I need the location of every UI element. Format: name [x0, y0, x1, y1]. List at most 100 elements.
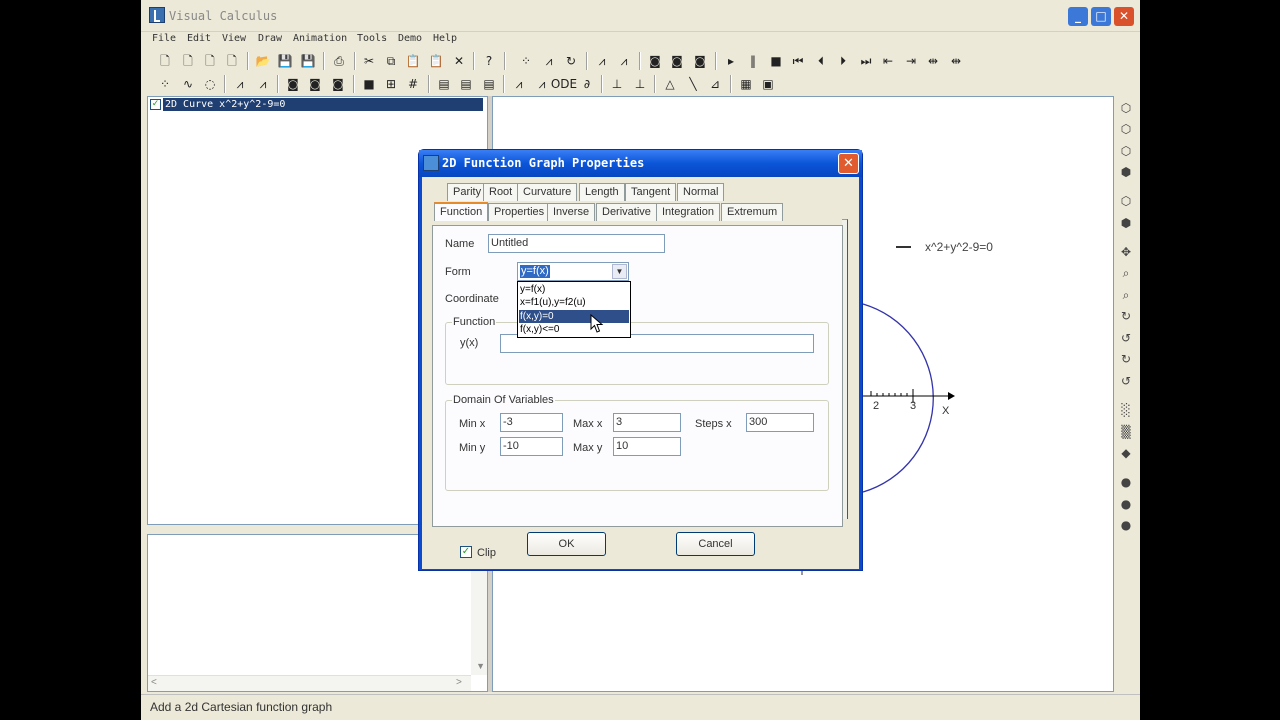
graph-props-icon[interactable]: ⩘ [594, 53, 610, 69]
zoom-icon[interactable]: ⌕ [1118, 265, 1134, 281]
angle-icon[interactable]: ⊿ [707, 76, 723, 92]
tab-root[interactable]: Root [483, 183, 519, 201]
new-template-icon[interactable]: 🗋 [180, 53, 196, 69]
cut-icon[interactable]: ✂ [361, 53, 377, 69]
graph-icon[interactable]: ⩘ [541, 53, 557, 69]
menu-draw[interactable]: Draw [258, 33, 282, 44]
min-y-input[interactable]: -10 [500, 437, 563, 456]
form-select[interactable]: y=f(x) ▼ [517, 262, 629, 281]
flat-icon[interactable]: ◆ [1118, 445, 1134, 461]
prev-frame-icon[interactable]: ⏴ [813, 53, 829, 69]
dropdown-arrow-icon[interactable]: ▼ [612, 264, 627, 279]
copy-icon[interactable]: ⧉ [383, 53, 399, 69]
delete-icon[interactable]: ✕ [451, 53, 467, 69]
rotate-x-icon[interactable]: ↺ [1118, 330, 1134, 346]
new-sheet-icon[interactable]: 🗋 [224, 53, 240, 69]
window-titlebar[interactable]: Visual Calculus _ □ ✕ [141, 0, 1140, 32]
ok-button[interactable]: OK [527, 532, 606, 556]
tab-extremum[interactable]: Extremum [721, 203, 784, 221]
sphere3-icon[interactable]: ● [1118, 517, 1134, 533]
open-folder-icon[interactable]: 📂 [255, 53, 271, 69]
form-option-implicit[interactable]: f(x,y)=0 [519, 310, 629, 323]
first-frame-icon[interactable]: ⏮ [790, 53, 806, 69]
horizontal-scrollbar[interactable]: < > [148, 675, 471, 691]
menu-view[interactable]: View [222, 33, 246, 44]
loop-all-icon[interactable]: ⇹ [948, 53, 964, 69]
tab-properties[interactable]: Properties [488, 203, 551, 221]
tab-length[interactable]: Length [579, 183, 625, 201]
view-solid-icon[interactable]: ⬢ [1118, 164, 1134, 180]
paste-special-icon[interactable]: 📋 [428, 53, 444, 69]
save-icon[interactable]: 💾 [277, 53, 293, 69]
loop-icon[interactable]: ⇹ [925, 53, 941, 69]
form-option-inequality[interactable]: f(x,y)<=0 [519, 323, 629, 336]
plot-grid-icon[interactable]: ⩘ [255, 76, 271, 92]
frame3-icon[interactable]: ▤ [481, 76, 497, 92]
tab-tangent[interactable]: Tangent [625, 183, 677, 201]
frame2-icon[interactable]: ▤ [458, 76, 474, 92]
max-x-input[interactable]: 3 [613, 413, 681, 432]
curve-icon[interactable]: ∿ [180, 76, 196, 92]
compass-icon[interactable]: △ [662, 76, 678, 92]
shape3-icon[interactable]: ◙ [692, 53, 708, 69]
max-y-input[interactable]: 10 [613, 437, 681, 456]
form-option-yfx[interactable]: y=f(x) [519, 283, 629, 296]
tab-curvature[interactable]: Curvature [517, 183, 578, 201]
dialog-close-button[interactable]: ✕ [838, 153, 859, 174]
line-icon[interactable]: ╲ [685, 76, 701, 92]
function-graph-icon[interactable]: ⩘ [511, 76, 527, 92]
min-x-input[interactable]: -3 [500, 413, 563, 432]
menu-help[interactable]: Help [433, 33, 457, 44]
menu-animation[interactable]: Animation [293, 33, 347, 44]
view-box-icon[interactable]: ⬡ [1118, 193, 1134, 209]
close-button[interactable]: ✕ [1114, 7, 1134, 26]
lattice-icon[interactable]: # [405, 76, 421, 92]
texture-icon[interactable]: ▒ [1118, 424, 1134, 440]
tree-item-label[interactable]: 2D Curve x^2+y^2-9=0 [163, 98, 483, 111]
new-doc-icon[interactable]: 🗋 [202, 53, 218, 69]
solid-icon[interactable]: ■ [361, 76, 377, 92]
tab-normal[interactable]: Normal [677, 183, 725, 201]
steps-x-input[interactable]: 300 [746, 413, 814, 432]
mesh-icon[interactable]: ⊞ [383, 76, 399, 92]
surface-icon[interactable]: ◙ [285, 76, 301, 92]
menu-edit[interactable]: Edit [187, 33, 211, 44]
light-icon[interactable]: ░ [1118, 402, 1134, 418]
stop-icon[interactable]: ■ [768, 53, 784, 69]
shape-icon[interactable]: ◙ [647, 53, 663, 69]
last-frame-icon[interactable]: ⏭ [858, 53, 874, 69]
frame-icon[interactable]: ▤ [436, 76, 452, 92]
ode-icon[interactable]: ODE [551, 76, 577, 92]
plot-icon[interactable]: ⩘ [232, 76, 248, 92]
step-back-icon[interactable]: ⇤ [880, 53, 896, 69]
graph-settings-icon[interactable]: ⩘ [616, 53, 632, 69]
minimize-button[interactable]: _ [1068, 7, 1088, 26]
clip-checkbox[interactable]: ✓ [460, 546, 472, 558]
menu-file[interactable]: File [152, 33, 176, 44]
pause-icon[interactable]: ‖ [745, 53, 761, 69]
polar-icon[interactable]: ∂ [579, 76, 595, 92]
step-forward-icon[interactable]: ⇥ [903, 53, 919, 69]
dialog-titlebar[interactable]: 2D Function Graph Properties ✕ [419, 150, 862, 177]
scroll-right-icon[interactable]: > [456, 677, 462, 688]
menu-demo[interactable]: Demo [398, 33, 422, 44]
new-icon[interactable]: 🗋 [157, 53, 173, 69]
sphere-icon[interactable]: ● [1118, 474, 1134, 490]
tree-item-2d-curve[interactable]: ✓ 2D Curve x^2+y^2-9=0 [150, 98, 483, 111]
grid-icon[interactable]: ▦ [738, 76, 754, 92]
tab-integration[interactable]: Integration [656, 203, 720, 221]
sphere2-icon[interactable]: ● [1118, 496, 1134, 512]
menu-tools[interactable]: Tools [357, 33, 387, 44]
region-icon[interactable]: ◌ [202, 76, 218, 92]
tab-function[interactable]: Function [434, 202, 489, 221]
tab-inverse[interactable]: Inverse [547, 203, 596, 221]
play-icon[interactable]: ▸ [723, 53, 739, 69]
next-frame-icon[interactable]: ⏵ [835, 53, 851, 69]
move-icon[interactable]: ✥ [1118, 244, 1134, 260]
rotate-icon[interactable]: ↻ [1118, 308, 1134, 324]
tab-parity[interactable]: Parity [447, 183, 488, 201]
refresh-graph-icon[interactable]: ↻ [563, 53, 579, 69]
clipboard-icon[interactable]: ▣ [760, 76, 776, 92]
maximize-button[interactable]: □ [1091, 7, 1111, 26]
shape2-icon[interactable]: ◙ [669, 53, 685, 69]
